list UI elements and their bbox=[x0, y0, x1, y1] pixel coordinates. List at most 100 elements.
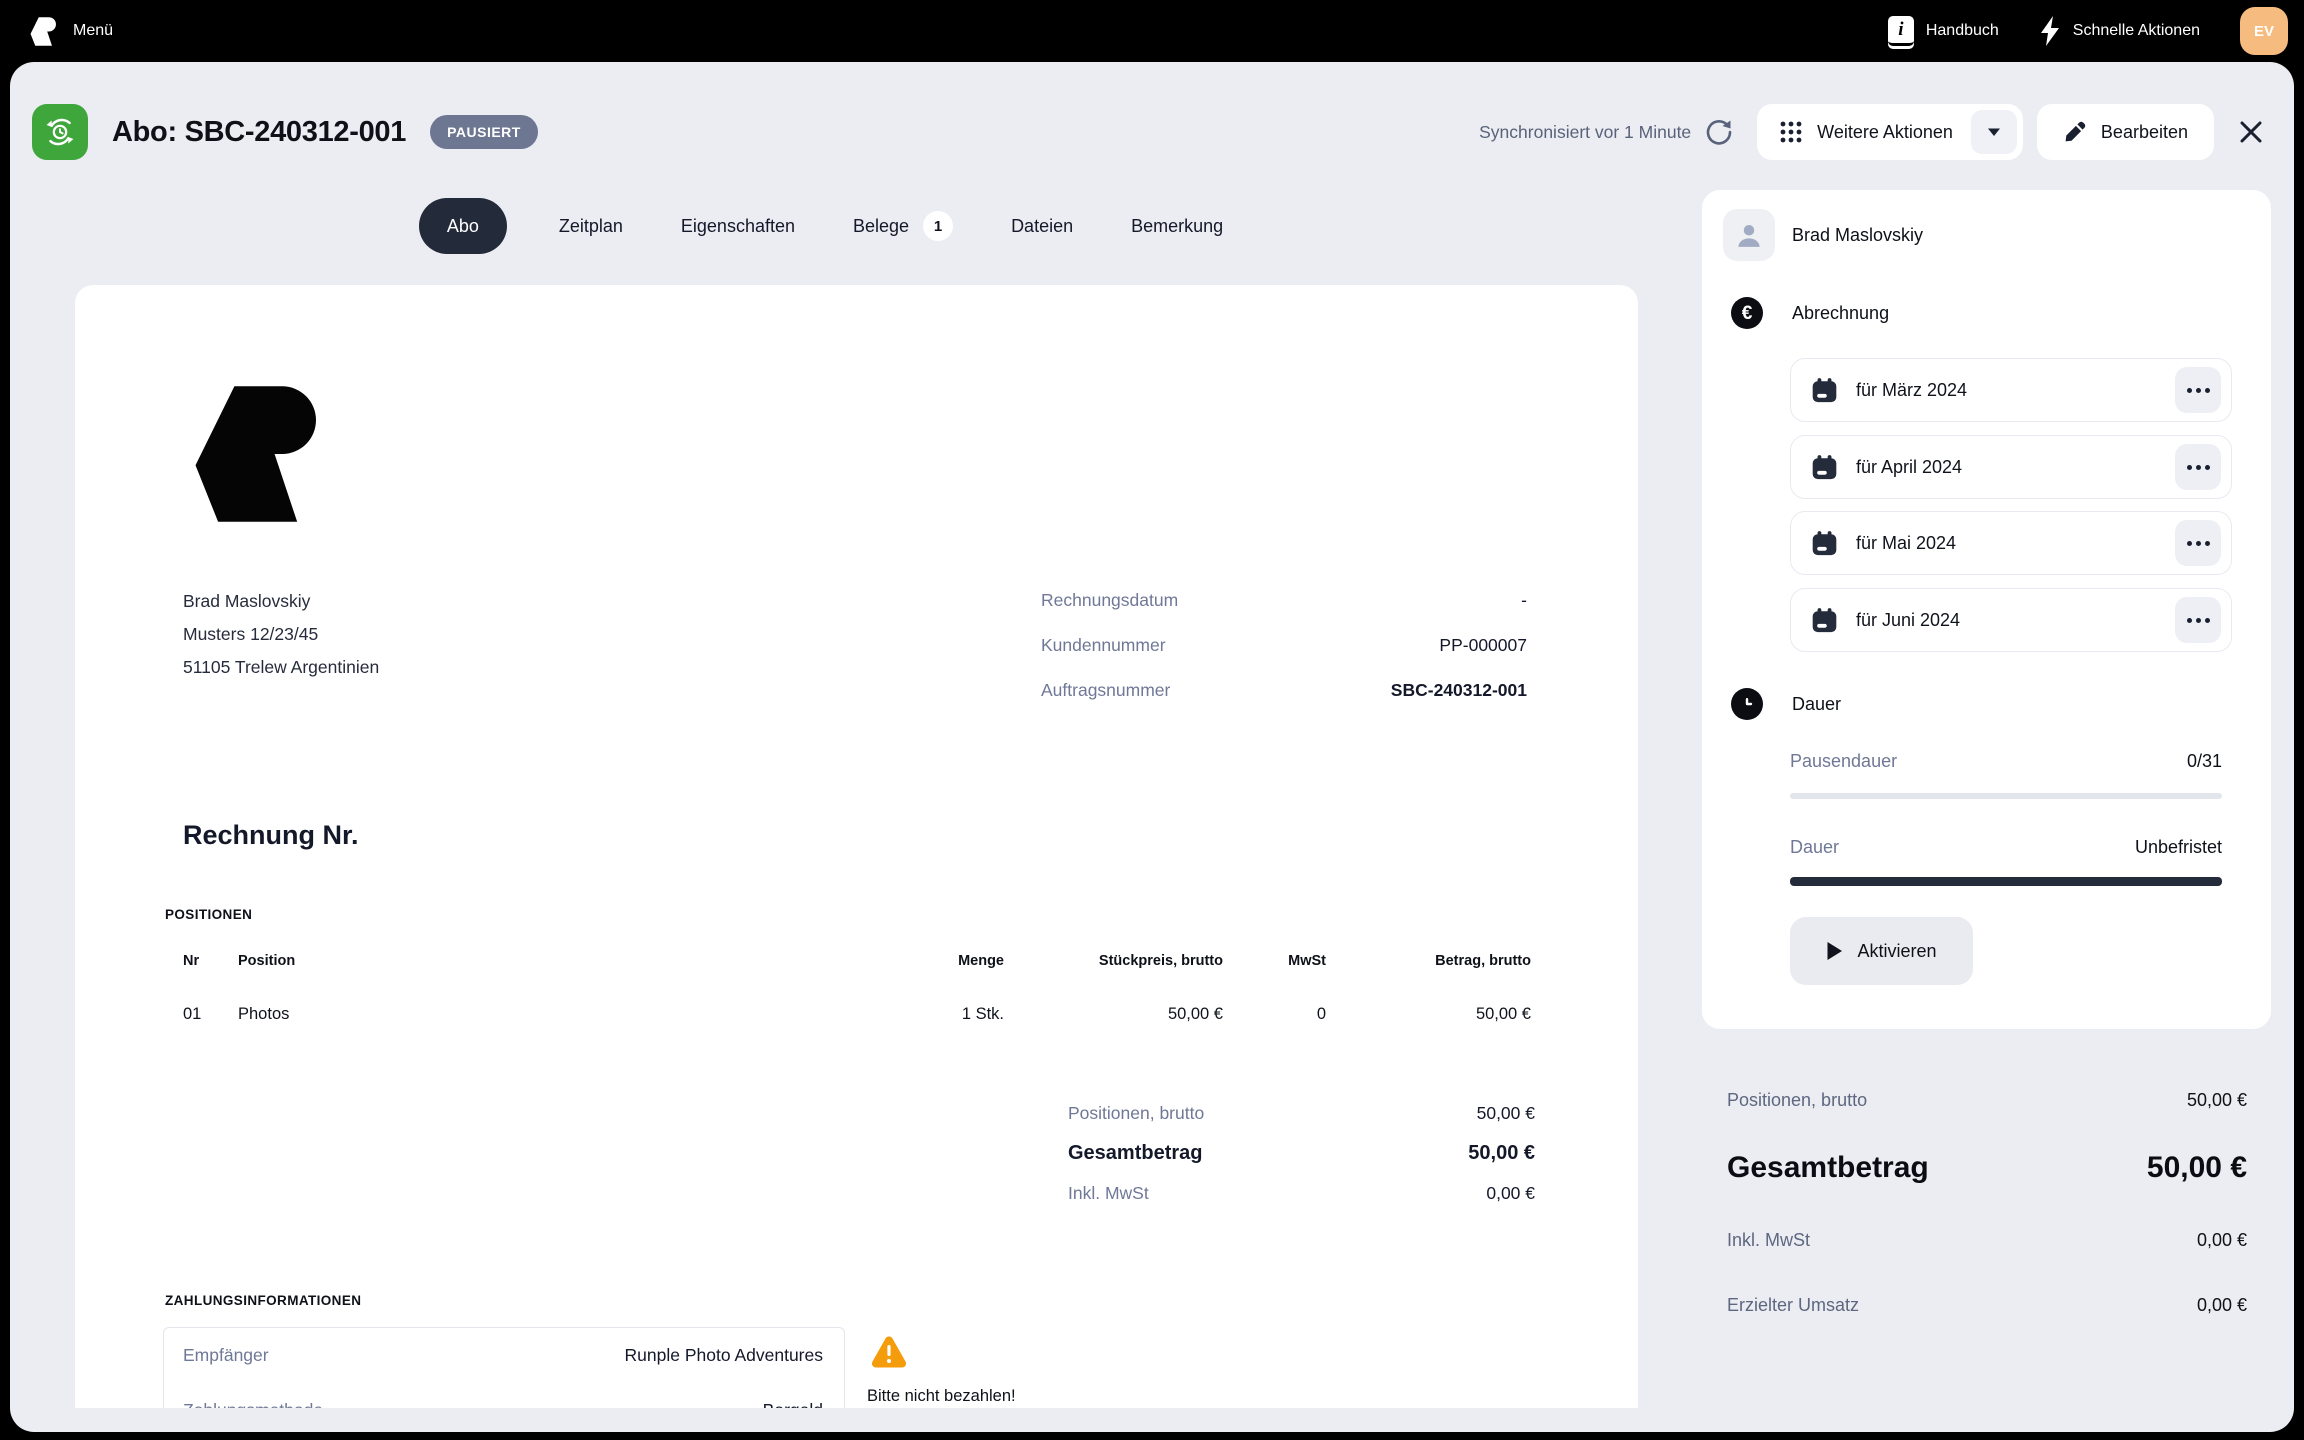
pause-progress-bar bbox=[1790, 793, 2222, 799]
recipient-city: 51105 Trelew Argentinien bbox=[183, 651, 379, 684]
tab-zeitplan[interactable]: Zeitplan bbox=[553, 198, 629, 254]
tab-belege-label: Belege bbox=[853, 216, 909, 237]
billing-period-may[interactable]: für Mai 2024 bbox=[1790, 511, 2232, 575]
tab-eigenschaften-label: Eigenschaften bbox=[681, 216, 795, 237]
tab-dateien[interactable]: Dateien bbox=[1005, 198, 1079, 254]
payment-method-label: Zahlungsmethode bbox=[183, 1400, 323, 1408]
calendar-icon bbox=[1811, 377, 1838, 404]
grand-total-value: 50,00 € bbox=[1468, 1142, 1535, 1165]
row1-position: Photos bbox=[238, 1005, 289, 1024]
tab-eigenschaften[interactable]: Eigenschaften bbox=[675, 198, 801, 254]
positions-heading: POSITIONEN bbox=[165, 907, 252, 922]
company-logo bbox=[193, 385, 321, 523]
quick-actions-button[interactable]: Schnelle Aktionen bbox=[2039, 16, 2200, 46]
quick-actions-label: Schnelle Aktionen bbox=[2073, 22, 2200, 40]
invoice-date-value: - bbox=[1521, 590, 1527, 611]
billing-period-label: für April 2024 bbox=[1856, 457, 1962, 478]
invoice-date-label: Rechnungsdatum bbox=[1041, 590, 1178, 611]
recipient-street: Musters 12/23/45 bbox=[183, 618, 379, 651]
menu-label: Menü bbox=[73, 22, 113, 40]
billing-period-march[interactable]: für März 2024 bbox=[1790, 358, 2232, 422]
summary-grand-total-label: Gesamtbetrag bbox=[1727, 1151, 1929, 1185]
summary-vat-value: 0,00 € bbox=[2197, 1230, 2247, 1251]
billing-period-more-button[interactable] bbox=[2175, 444, 2221, 490]
billing-period-more-button[interactable] bbox=[2175, 520, 2221, 566]
warning-text: Bitte nicht bezahlen! bbox=[867, 1387, 1016, 1406]
calendar-icon bbox=[1811, 607, 1838, 634]
meta-row-invoice-date: Rechnungsdatum - bbox=[1041, 578, 1527, 623]
summary-positions-label: Positionen, brutto bbox=[1727, 1090, 1867, 1111]
col-stueckpreis: Stückpreis, brutto bbox=[1099, 953, 1223, 969]
col-nr: Nr bbox=[183, 953, 199, 969]
vat-label: Inkl. MwSt bbox=[1068, 1183, 1149, 1204]
col-mwst: MwSt bbox=[1288, 953, 1326, 969]
topbar: Menü i Handbuch Schnelle Aktionen EV bbox=[0, 0, 2304, 62]
billing-period-label: für Juni 2024 bbox=[1856, 610, 1960, 631]
summary-vat-label: Inkl. MwSt bbox=[1727, 1230, 1810, 1251]
activate-button[interactable]: Aktivieren bbox=[1790, 917, 1973, 985]
customer-avatar bbox=[1723, 209, 1775, 261]
billing-period-more-button[interactable] bbox=[2175, 367, 2221, 413]
calendar-icon bbox=[1811, 454, 1838, 481]
pencil-icon bbox=[2063, 120, 2087, 144]
tab-abo-label: Abo bbox=[447, 216, 479, 237]
tab-dateien-label: Dateien bbox=[1011, 216, 1073, 237]
edit-button[interactable]: Bearbeiten bbox=[2037, 104, 2214, 160]
user-avatar[interactable]: EV bbox=[2240, 7, 2288, 55]
handbook-icon: i bbox=[1888, 16, 1914, 46]
pause-duration-label: Pausendauer bbox=[1790, 751, 1897, 772]
customer-number-value: PP-000007 bbox=[1439, 635, 1527, 656]
total-vat-row: Inkl. MwSt 0,00 € bbox=[1068, 1175, 1535, 1211]
person-icon bbox=[1734, 220, 1764, 250]
payment-recipient-label: Empfänger bbox=[183, 1345, 269, 1366]
row1-menge: 1 Stk. bbox=[962, 1005, 1004, 1024]
recipient-address: Brad Maslovskiy Musters 12/23/45 51105 T… bbox=[183, 585, 379, 684]
col-betrag: Betrag, brutto bbox=[1435, 953, 1531, 969]
summary-grand-total-row: Gesamtbetrag 50,00 € bbox=[1727, 1144, 2247, 1192]
tab-bemerkung[interactable]: Bemerkung bbox=[1125, 198, 1229, 254]
summary-positions-value: 50,00 € bbox=[2187, 1090, 2247, 1111]
tab-abo[interactable]: Abo bbox=[419, 198, 507, 254]
tab-belege-count-badge: 1 bbox=[923, 211, 953, 241]
billing-period-more-button[interactable] bbox=[2175, 597, 2221, 643]
tab-zeitplan-label: Zeitplan bbox=[559, 216, 623, 237]
invoice-meta: Rechnungsdatum - Kundennummer PP-000007 … bbox=[1041, 578, 1527, 713]
close-icon bbox=[2238, 119, 2264, 145]
more-actions-button[interactable]: Weitere Aktionen bbox=[1757, 104, 2023, 160]
summary-revenue-label: Erzielter Umsatz bbox=[1727, 1295, 1859, 1316]
sync-status-text: Synchronisiert vor 1 Minute bbox=[1479, 122, 1691, 143]
duration-progress-bar bbox=[1790, 877, 2222, 886]
more-actions-dropdown[interactable] bbox=[1971, 110, 2017, 154]
invoice-totals: Positionen, brutto 50,00 € Gesamtbetrag … bbox=[1068, 1095, 1535, 1211]
handbook-label: Handbuch bbox=[1926, 22, 1999, 40]
grand-total-label: Gesamtbetrag bbox=[1068, 1142, 1203, 1165]
duration-value: Unbefristet bbox=[2135, 837, 2222, 858]
tab-belege[interactable]: Belege 1 bbox=[847, 198, 959, 254]
calendar-icon bbox=[1811, 530, 1838, 557]
activate-label: Aktivieren bbox=[1857, 941, 1936, 962]
payment-heading: ZAHLUNGSINFORMATIONEN bbox=[165, 1293, 361, 1308]
total-positions-value: 50,00 € bbox=[1477, 1103, 1535, 1124]
more-actions-label: Weitere Aktionen bbox=[1817, 122, 1953, 143]
invoice-document: Brad Maslovskiy Musters 12/23/45 51105 T… bbox=[75, 285, 1638, 1408]
summary-revenue-row: Erzielter Umsatz 0,00 € bbox=[1727, 1289, 2247, 1321]
billing-period-label: für Mai 2024 bbox=[1856, 533, 1956, 554]
subscription-icon bbox=[32, 104, 88, 160]
billing-period-april[interactable]: für April 2024 bbox=[1790, 435, 2232, 499]
menu-button[interactable]: Menü bbox=[30, 17, 113, 46]
handbook-button[interactable]: i Handbuch bbox=[1888, 16, 1999, 46]
summary-revenue-value: 0,00 € bbox=[2197, 1295, 2247, 1316]
billing-period-label: für März 2024 bbox=[1856, 380, 1967, 401]
billing-heading: Abrechnung bbox=[1792, 297, 1889, 329]
status-badge: PAUSIERT bbox=[430, 115, 538, 149]
edit-label: Bearbeiten bbox=[2101, 122, 2188, 143]
play-icon bbox=[1826, 941, 1843, 961]
recipient-name: Brad Maslovskiy bbox=[183, 585, 379, 618]
close-button[interactable] bbox=[2236, 117, 2266, 147]
subscription-sidebar: Brad Maslovskiy € Abrechnung für März 20… bbox=[1702, 190, 2271, 1029]
billing-period-june[interactable]: für Juni 2024 bbox=[1790, 588, 2232, 652]
refresh-icon[interactable] bbox=[1705, 118, 1733, 146]
grid-icon bbox=[1779, 120, 1803, 144]
total-positions-label: Positionen, brutto bbox=[1068, 1103, 1204, 1124]
row1-betrag: 50,00 € bbox=[1476, 1005, 1531, 1024]
